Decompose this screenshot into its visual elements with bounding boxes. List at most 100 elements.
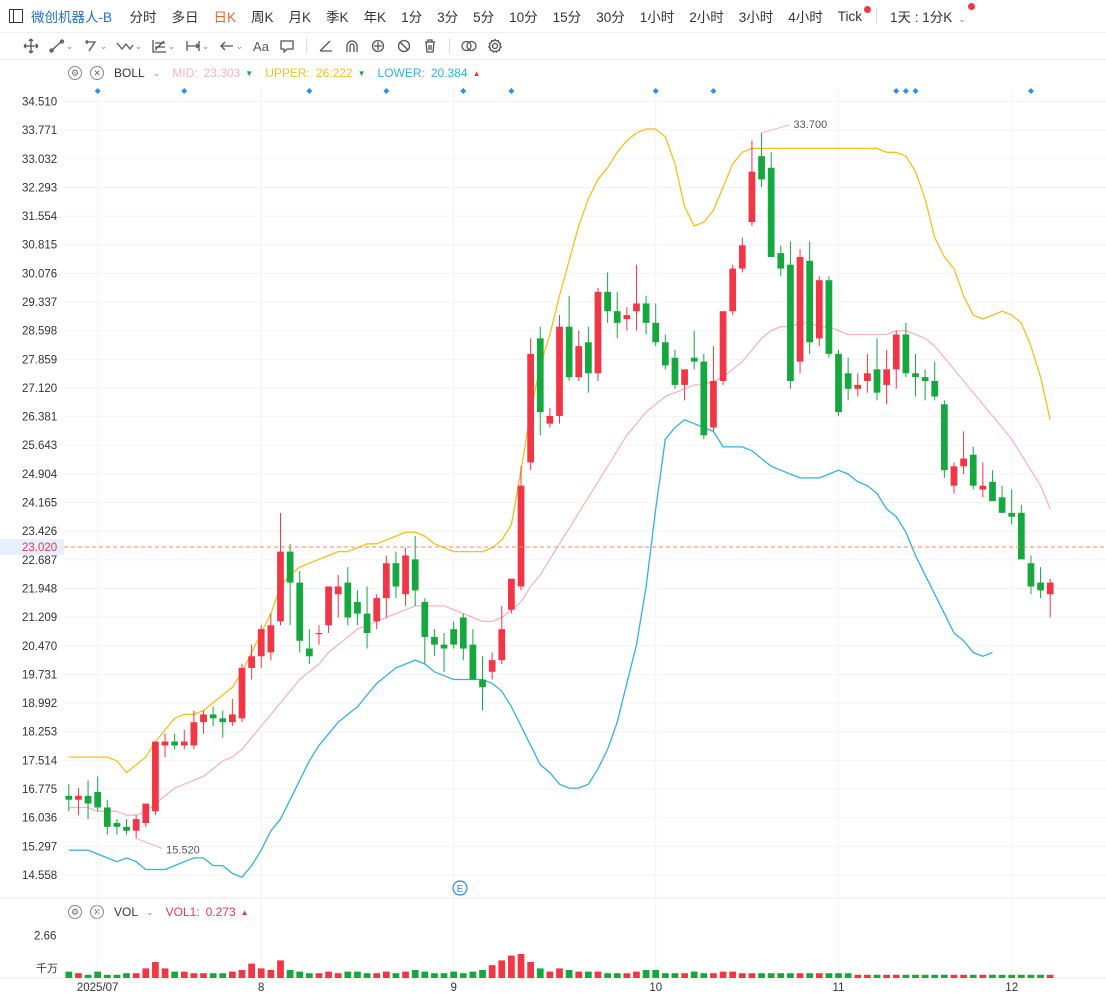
candle-body [806,260,814,343]
period-tab[interactable]: 2小时 [689,6,724,26]
candle-body [1017,512,1025,560]
volume-bar [142,968,150,978]
candle-body [190,722,198,746]
volume-bar [931,974,939,978]
period-tab[interactable]: 15分 [553,6,582,26]
period-tab-label: 2小时 [689,10,724,25]
candle-body [738,245,746,269]
volume-bar [488,965,496,978]
period-tab[interactable]: 10分 [509,6,538,26]
trend-line-icon[interactable]: ⌄ [44,35,78,57]
arrow-tool-icon[interactable]: ⌄ [214,35,248,57]
candle-body [113,822,121,827]
candle-body [277,551,284,622]
volume-bar [584,971,592,978]
candle-body [229,714,236,723]
crosshair-icon[interactable] [18,35,44,57]
candle-body [1037,582,1044,591]
volume-bar [190,973,198,978]
volume-bar [508,955,515,978]
period-tab[interactable]: 1小时 [640,6,675,26]
volume-bar [844,973,852,978]
candle-body [940,404,948,471]
time-tick-label: 2025/07 [77,982,119,994]
volume-bar [334,973,342,978]
period-tab[interactable]: 日K [214,6,237,26]
wave-tool-icon[interactable]: ⌄ [112,35,146,57]
period-tab-label: 分时 [129,10,157,25]
candle-body [296,582,304,641]
volume-bar [219,973,227,978]
event-marker-diamond [893,88,900,94]
period-tab[interactable]: 3小时 [739,6,774,26]
price-tick-label: 30.815 [22,240,57,252]
volume-bar [152,962,159,978]
candle-body [450,629,458,645]
candle-body [710,381,717,428]
period-tab[interactable]: 周K [251,6,274,26]
period-tab[interactable]: 分时 [130,6,157,26]
price-tick-label: 14.558 [22,870,57,882]
candle-body [575,346,583,378]
comment-tool-icon[interactable] [274,35,300,57]
candle-body [238,667,246,719]
candle-body [171,741,179,746]
period-tab[interactable]: 4小时 [788,6,823,26]
text-tool-icon[interactable]: Aa [248,35,274,57]
candle-body [498,629,506,661]
lock-drawings-icon[interactable] [365,35,391,57]
candle-body [969,454,977,486]
layout-toggle-icon[interactable] [9,9,23,23]
volume-bar [960,974,967,978]
volume-bar [238,970,246,978]
period-tab-label: 3小时 [738,10,774,25]
volume-bar [546,971,554,978]
volume-bar [171,971,179,978]
event-marker-diamond [508,88,515,94]
angle-tool-icon[interactable] [313,35,339,57]
volume-bar [681,973,688,978]
period-tab[interactable]: 季K [326,6,349,26]
period-tab[interactable]: 5分 [473,6,494,26]
magnet-icon[interactable] [339,35,365,57]
event-marker-diamond [902,88,909,94]
candle-body [344,582,352,618]
candle-body [65,795,73,800]
period-tab[interactable]: 3分 [437,6,458,26]
period-tab[interactable]: Tick [838,5,872,24]
candle-body [363,613,371,634]
period-tab[interactable]: 1分 [401,6,422,26]
period-tab[interactable]: 30分 [596,6,625,26]
volume-bar [575,971,583,978]
compare-icon[interactable] [456,35,482,57]
volume-bar [1017,974,1025,978]
period-tab-label: 多日 [171,10,199,25]
candlestick-chart[interactable]: 34.510 33.771 33.032 32.293 31.554 30.815 30.0… [0,60,1106,995]
interval-dropdown[interactable]: 1天 : 1分K ⌄ [890,3,975,26]
volume-bar [440,973,448,978]
period-tab[interactable]: 年K [364,6,387,26]
period-tab[interactable]: 多日 [172,6,199,26]
candle-body [546,415,554,424]
volume-bar [671,973,679,978]
candle-body [459,617,467,649]
trash-icon[interactable] [417,35,443,57]
period-tab[interactable]: 月K [289,6,312,26]
price-tick-label: 30.076 [22,268,57,280]
symbol-selector[interactable]: 微创机器人-B [31,6,112,26]
volume-bar [517,954,525,978]
event-marker-diamond [460,88,467,94]
candle-body [286,551,294,583]
settings-gear-icon[interactable] [482,35,508,57]
candle-body [382,563,390,599]
candle-body [517,485,525,587]
event-marker-diamond [181,88,188,94]
fibonacci-tool-icon[interactable]: ⌄ [146,35,180,57]
volume-bar [392,973,400,978]
channel-tool-icon[interactable]: ⌄ [78,35,112,57]
hide-drawings-icon[interactable] [391,35,417,57]
measure-tool-icon[interactable]: ⌄ [180,35,214,57]
candle-body [103,807,111,827]
time-tick-label: 9 [450,982,456,994]
price-tick-label: 15.297 [22,841,57,853]
